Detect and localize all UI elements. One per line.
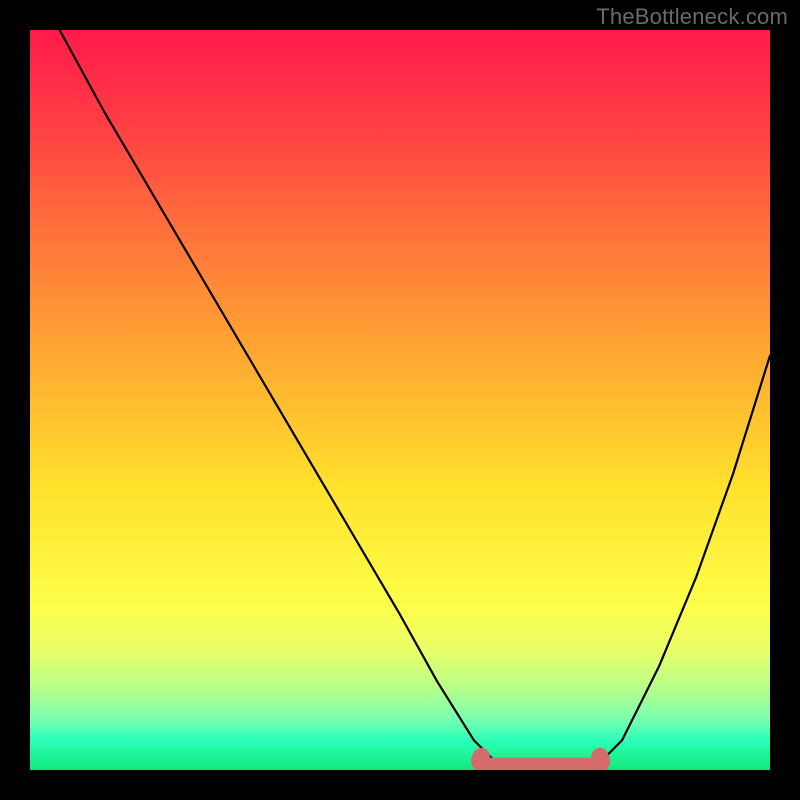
watermark-text: TheBottleneck.com [596, 4, 788, 30]
curve-path [60, 30, 770, 770]
chart-plot-area [30, 30, 770, 770]
chart-svg [30, 30, 770, 770]
highlight-path [480, 756, 602, 766]
